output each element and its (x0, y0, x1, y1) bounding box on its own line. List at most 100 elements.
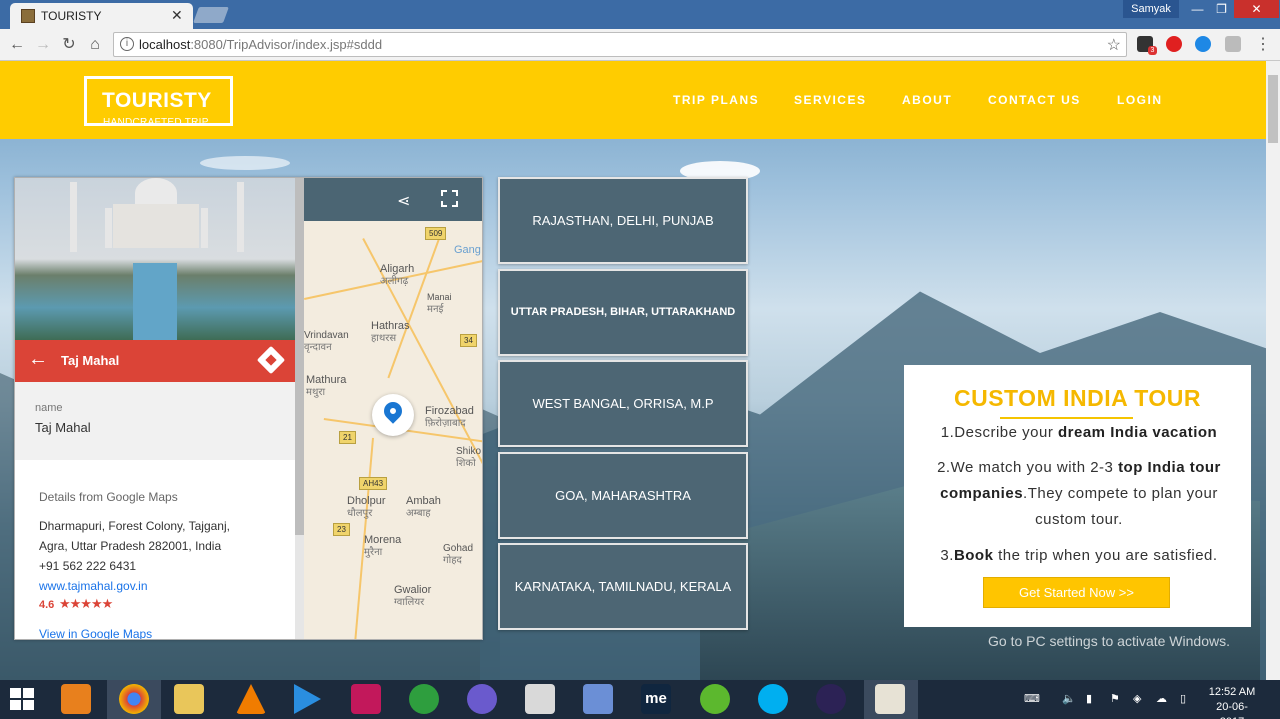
flag-icon[interactable]: ⚑ (1110, 692, 1120, 705)
fullscreen-icon[interactable] (440, 189, 459, 208)
panel-scroll-thumb[interactable] (295, 178, 304, 535)
panel-scrollbar[interactable] (295, 178, 304, 639)
java-icon[interactable] (875, 684, 905, 714)
url-path: :8080/TripAdvisor/index.jsp#sddd (190, 37, 383, 52)
address-bar[interactable]: i localhost:8080/TripAdvisor/index.jsp#s… (113, 32, 1127, 57)
eclipse-icon[interactable] (816, 684, 846, 714)
map-city: Vrindavan वृन्दावन (304, 330, 349, 354)
tab-close-icon[interactable]: ✕ (171, 7, 183, 24)
back-icon[interactable]: ← (6, 34, 28, 56)
tour-title: CUSTOM INDIA TOUR (953, 385, 1202, 411)
city-local-name: शिको (456, 458, 476, 469)
nav-trip-plans[interactable]: TRIP PLANS (673, 93, 759, 107)
region-tile[interactable]: RAJASTHAN, DELHI, PUNJAB (498, 177, 748, 264)
map-city: Manai मनई (427, 291, 452, 316)
step-text: 3. (940, 547, 954, 564)
back-arrow-icon[interactable]: ← (28, 348, 48, 371)
site-favicon-icon (21, 9, 35, 23)
map-canvas[interactable]: ⋖ 509 34 21 AH43 23 Gang Aligarh अलीगढ़ M… (304, 178, 482, 639)
window-close-icon[interactable]: ✕ (1234, 0, 1279, 18)
region-label: KARNATAKA, TAMILNADU, KERALA (514, 579, 732, 594)
start-button[interactable] (10, 688, 36, 712)
address-line: Dharmapuri, Forest Colony, Tajganj, (39, 519, 230, 533)
minaret (70, 182, 77, 252)
details-heading: Details from Google Maps (39, 490, 178, 504)
restore-icon[interactable]: ❐ (1208, 0, 1235, 18)
chrome-icon[interactable] (119, 684, 149, 714)
city-name: Gohad (443, 543, 474, 554)
site-info-icon[interactable]: i (120, 37, 134, 51)
city-local-name: मनई (427, 304, 444, 315)
signal-icon[interactable]: ▮ (1086, 692, 1092, 705)
extension-badge: 3 (1148, 46, 1157, 55)
skype-icon[interactable] (758, 684, 788, 714)
windows-logo-icon (23, 700, 34, 710)
media-player-icon[interactable] (294, 684, 321, 714)
taskbar-app-icon[interactable] (467, 684, 497, 714)
region-tile[interactable]: UTTAR PRADESH, BIHAR, UTTARAKHAND (498, 269, 748, 356)
highway-marker: 34 (460, 334, 477, 347)
minimize-icon[interactable]: — (1184, 0, 1211, 18)
keyboard-icon[interactable]: ⌨ (1024, 692, 1040, 705)
location-marker[interactable] (372, 394, 414, 436)
volume-icon[interactable]: 🔈 (1062, 692, 1076, 705)
skype-extension-icon[interactable] (1195, 36, 1211, 52)
region-tile[interactable]: WEST BANGAL, ORRISA, M.P (498, 360, 748, 447)
page-scrollbar[interactable] (1266, 61, 1280, 680)
step-text: .They compete to plan your custom tour. (1023, 485, 1218, 528)
reload-icon[interactable]: ↻ (58, 34, 80, 56)
city-name: Hathras (371, 320, 410, 332)
system-clock[interactable]: 12:52 AM 20-06-2017 (1207, 685, 1257, 719)
windows-taskbar: me ⌨ 🔈 ▮ ⚑ ◈ ☁ ▯ 12:52 AM 20-06-2017 (0, 680, 1280, 719)
step-text: the trip when you are satisfied. (993, 547, 1218, 564)
taskbar-app-icon[interactable] (700, 684, 730, 714)
url-text[interactable]: localhost:8080/TripAdvisor/index.jsp#sdd… (139, 37, 382, 52)
taskbar-app-icon[interactable]: me (641, 684, 671, 714)
view-in-google-maps-link[interactable]: View in Google Maps (39, 627, 152, 639)
taskbar-app-icon[interactable] (583, 684, 613, 714)
nav-login[interactable]: LOGIN (1117, 93, 1163, 107)
pdf-extension-icon[interactable] (1225, 36, 1241, 52)
cloud-icon[interactable]: ☁ (1156, 692, 1167, 705)
web-page: TOURISTY HANDCRAFTED TRIP TRIP PLANS SER… (0, 61, 1266, 680)
menu-icon[interactable]: ⋮ (1252, 34, 1274, 56)
region-tile[interactable]: KARNATAKA, TAMILNADU, KERALA (498, 543, 748, 630)
map-city: Mathura मथुरा (306, 374, 346, 399)
nav-services[interactable]: SERVICES (794, 93, 866, 107)
battery-icon[interactable]: ▯ (1180, 692, 1186, 705)
profile-button[interactable]: Samyak (1123, 0, 1179, 18)
map-city: Gwalior ग्वालियर (394, 584, 431, 609)
map-city: Dholpur धौलपुर (347, 495, 386, 520)
taskbar-app-icon[interactable] (351, 684, 381, 714)
opera-extension-icon[interactable] (1166, 36, 1182, 52)
site-logo[interactable]: TOURISTY HANDCRAFTED TRIP (84, 76, 233, 128)
place-photo[interactable] (15, 178, 295, 340)
nav-about[interactable]: ABOUT (902, 93, 952, 107)
network-icon[interactable]: ◈ (1133, 692, 1141, 705)
city-name: Dholpur (347, 495, 386, 507)
logo-title: TOURISTY (102, 89, 212, 112)
page-scroll-thumb[interactable] (1268, 75, 1278, 143)
city-local-name: मुरैना (364, 547, 383, 558)
notepad-icon[interactable] (525, 684, 555, 714)
share-icon[interactable]: ⋖ (397, 191, 410, 211)
taskbar-app-icon[interactable] (409, 684, 439, 714)
browser-tab[interactable]: TOURISTY ✕ (10, 3, 193, 29)
city-local-name: मथुरा (306, 387, 326, 398)
city-name: Vrindavan (304, 330, 349, 341)
region-tile[interactable]: GOA, MAHARASHTRA (498, 452, 748, 539)
website-link[interactable]: www.tajmahal.gov.in (39, 579, 148, 593)
directions-icon[interactable] (256, 345, 286, 375)
get-started-button[interactable]: Get Started Now >> (983, 577, 1170, 608)
nav-contact-us[interactable]: CONTACT US (988, 93, 1081, 107)
vlc-icon[interactable] (236, 684, 266, 714)
home-icon[interactable]: ⌂ (84, 34, 106, 56)
forward-icon[interactable]: → (32, 34, 54, 56)
city-local-name: ग्वालियर (394, 597, 425, 608)
city-local-name: धौलपुर (347, 508, 373, 519)
new-tab-button[interactable] (193, 7, 229, 23)
bookmark-star-icon[interactable]: ☆ (1107, 35, 1121, 55)
tour-step-1: 1.Describe your dream India vacation (914, 420, 1244, 446)
file-explorer-icon[interactable] (174, 684, 204, 714)
taskbar-app-icon[interactable] (61, 684, 91, 714)
